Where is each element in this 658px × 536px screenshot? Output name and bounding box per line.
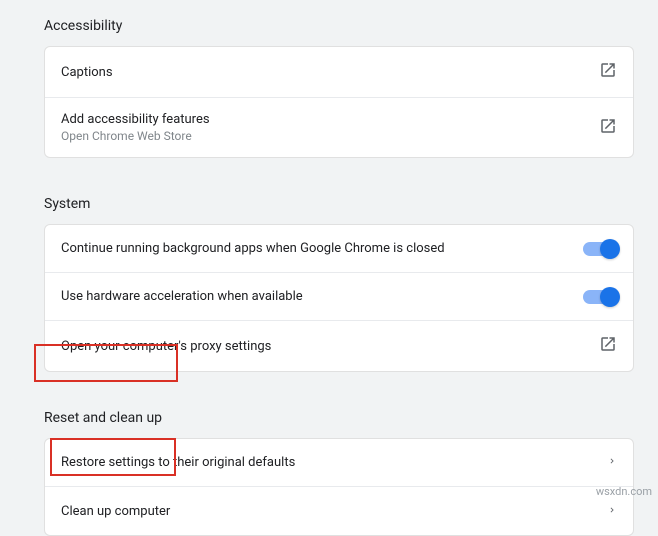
accessibility-card: Captions Add accessibility features Open…: [44, 46, 634, 158]
external-link-icon: [599, 335, 617, 357]
hw-accel-label: Use hardware acceleration when available: [61, 289, 303, 304]
clean-up-computer-label: Clean up computer: [61, 504, 170, 519]
proxy-row[interactable]: Open your computer's proxy settings: [45, 321, 633, 371]
add-accessibility-row[interactable]: Add accessibility features Open Chrome W…: [45, 98, 633, 157]
reset-card: Restore settings to their original defau…: [44, 438, 634, 536]
captions-label: Captions: [61, 65, 113, 80]
background-apps-label: Continue running background apps when Go…: [61, 241, 445, 256]
hw-accel-row[interactable]: Use hardware acceleration when available: [45, 273, 633, 321]
background-apps-toggle[interactable]: [583, 242, 617, 256]
hw-accel-toggle[interactable]: [583, 290, 617, 304]
restore-defaults-row[interactable]: Restore settings to their original defau…: [45, 439, 633, 487]
background-apps-row[interactable]: Continue running background apps when Go…: [45, 225, 633, 273]
system-card: Continue running background apps when Go…: [44, 224, 634, 372]
section-title-system: System: [44, 178, 658, 224]
clean-up-computer-row[interactable]: Clean up computer: [45, 487, 633, 535]
section-title-accessibility: Accessibility: [44, 0, 658, 46]
chevron-right-icon: [607, 455, 617, 470]
restore-defaults-label: Restore settings to their original defau…: [61, 455, 295, 470]
add-accessibility-sub: Open Chrome Web Store: [61, 129, 210, 143]
proxy-label: Open your computer's proxy settings: [61, 339, 271, 354]
watermark: wsxdn.com: [596, 485, 652, 498]
external-link-icon: [599, 117, 617, 139]
add-accessibility-label: Add accessibility features: [61, 112, 210, 127]
chevron-right-icon: [607, 504, 617, 519]
external-link-icon: [599, 61, 617, 83]
captions-row[interactable]: Captions: [45, 47, 633, 98]
section-title-reset: Reset and clean up: [44, 392, 658, 438]
